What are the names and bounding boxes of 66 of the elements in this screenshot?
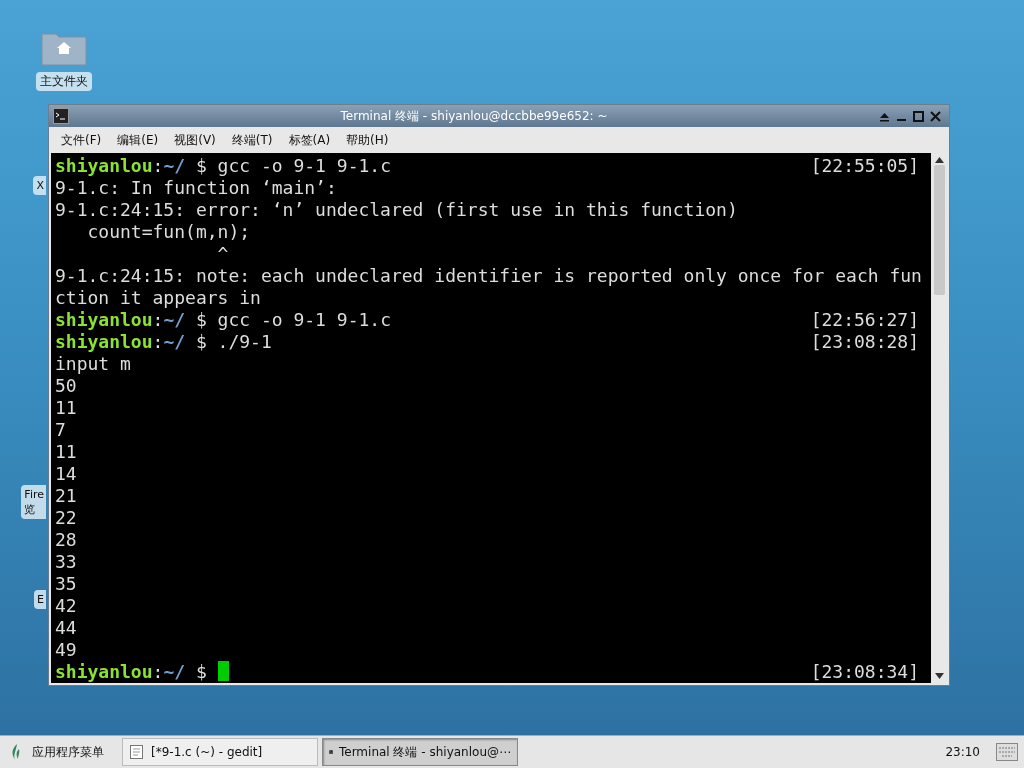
desktop-icon-label[interactable]: X bbox=[33, 176, 46, 195]
scrollbar[interactable] bbox=[931, 153, 947, 683]
text-editor-icon bbox=[129, 744, 145, 760]
clock: 23:10 bbox=[945, 745, 980, 759]
prompt-user: shiyanlou bbox=[55, 661, 153, 683]
menu-item[interactable]: 编辑(E) bbox=[111, 129, 165, 151]
command-text: $ gcc -o 9-1 9-1.c bbox=[194, 155, 391, 177]
output-line: 7 bbox=[55, 419, 66, 441]
scroll-up-icon[interactable] bbox=[934, 157, 944, 163]
command-text: $ gcc -o 9-1 9-1.c bbox=[194, 309, 391, 331]
output-line: 49 bbox=[55, 639, 77, 661]
timestamp: [22:55:05] bbox=[810, 155, 920, 177]
desktop-icon-label[interactable]: Fire 览 bbox=[21, 485, 46, 519]
menu-item[interactable]: 终端(T) bbox=[225, 129, 279, 151]
prompt-user: shiyanlou bbox=[55, 331, 153, 353]
output-line: 28 bbox=[55, 529, 77, 551]
timestamp: [23:08:28] bbox=[810, 331, 920, 353]
prompt-colon: : bbox=[152, 331, 164, 353]
taskbar-task[interactable]: Terminal 终端 - shiyanlou@⋯ bbox=[322, 738, 518, 766]
maximize-icon[interactable] bbox=[913, 110, 924, 122]
home-folder-icon[interactable] bbox=[41, 30, 87, 66]
command-text: $ ./9-1 bbox=[194, 331, 272, 353]
output-line: 11 bbox=[55, 397, 77, 419]
output-line: 42 bbox=[55, 595, 77, 617]
close-icon[interactable] bbox=[930, 110, 941, 122]
prompt-user: shiyanlou bbox=[55, 309, 153, 331]
output-line: 22 bbox=[55, 507, 77, 529]
menu-item[interactable]: 视图(V) bbox=[168, 129, 222, 151]
output-line: ^ bbox=[216, 243, 229, 265]
timestamp: [23:08:34] bbox=[810, 661, 920, 683]
prompt-path: ~/ bbox=[163, 661, 186, 683]
prompt-user: shiyanlou bbox=[55, 155, 153, 177]
scroll-down-icon[interactable] bbox=[934, 673, 944, 679]
output-line: 44 bbox=[55, 617, 77, 639]
menu-item[interactable]: 帮助(H) bbox=[340, 129, 395, 151]
menu-item[interactable]: 文件(F) bbox=[55, 129, 108, 151]
output-line: 50 bbox=[55, 375, 77, 397]
prompt-path: ~/ bbox=[163, 331, 186, 353]
menu-item[interactable]: 标签(A) bbox=[282, 129, 337, 151]
desktop-icon-label[interactable]: E bbox=[34, 590, 46, 609]
output-line: 33 bbox=[55, 551, 77, 573]
taskbar-task[interactable]: [*9-1.c (~) - gedit] bbox=[122, 738, 318, 766]
shade-icon[interactable] bbox=[879, 110, 890, 122]
output-line: 9-1.c:24:15: note: each undeclared identifier is reported only once for each fun bbox=[55, 265, 922, 287]
window-title: Terminal 终端 - shiyanlou@dccbbe99e652: ~ bbox=[339, 107, 609, 125]
output-line: count=fun(m,n); bbox=[86, 221, 251, 243]
scroll-thumb[interactable] bbox=[933, 165, 945, 295]
applications-menu-button[interactable]: 应用程序菜单 bbox=[4, 743, 118, 761]
timestamp: [22:56:27] bbox=[810, 309, 920, 331]
leaf-logo-icon bbox=[10, 744, 22, 760]
output-line: 9-1.c: In function ‘main’: bbox=[55, 177, 337, 199]
desktop-icon-label[interactable]: 主文件夹 bbox=[36, 72, 92, 91]
output-line: input m bbox=[55, 353, 131, 375]
prompt-colon: : bbox=[152, 661, 164, 683]
output-line: 9-1.c:24:15: error: ‘n’ undeclared (first use in this function) bbox=[55, 199, 738, 221]
prompt-colon: : bbox=[152, 309, 164, 331]
keyboard-icon[interactable] bbox=[996, 743, 1018, 761]
output-line: ction it appears in bbox=[55, 287, 261, 309]
prompt-path: ~/ bbox=[163, 155, 186, 177]
command-text: $ bbox=[194, 661, 208, 683]
output-line: 14 bbox=[55, 463, 77, 485]
prompt-colon: : bbox=[152, 155, 164, 177]
output-line: 11 bbox=[55, 441, 77, 463]
output-line: 21 bbox=[55, 485, 77, 507]
output-line: 35 bbox=[55, 573, 77, 595]
prompt-path: ~/ bbox=[163, 309, 186, 331]
